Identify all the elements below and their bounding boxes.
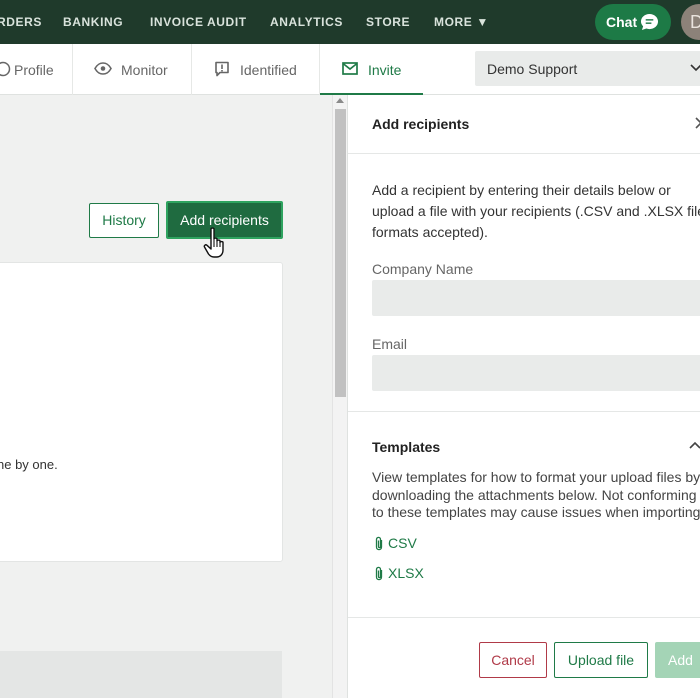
nav-item-analytics[interactable]: ANALYTICS <box>270 15 343 29</box>
panel-title: Add recipients <box>372 116 470 132</box>
top-navigation: RDERS BANKING INVOICE AUDIT ANALYTICS ST… <box>0 0 700 44</box>
panel-description: Add a recipient by entering their detail… <box>372 182 700 240</box>
company-name-input[interactable] <box>372 280 700 316</box>
card-text: ne by one. <box>0 457 58 472</box>
scrollbar[interactable] <box>332 95 347 698</box>
chat-bubble-icon <box>640 13 659 31</box>
tab-profile[interactable]: Profile <box>0 44 72 95</box>
content-block <box>0 651 282 698</box>
tab-profile-label: Profile <box>14 62 54 78</box>
csv-attachment-label: CSV <box>388 535 417 551</box>
chat-button[interactable]: Chat <box>595 4 671 40</box>
company-name-label: Company Name <box>372 261 474 277</box>
eye-icon <box>94 62 112 75</box>
chat-label: Chat <box>606 14 638 30</box>
history-button[interactable]: History <box>89 203 159 238</box>
recipients-card: ne by one. <box>0 262 283 562</box>
chevron-down-icon <box>690 64 700 72</box>
nav-item-store[interactable]: STORE <box>366 15 410 29</box>
avatar[interactable]: D <box>681 4 700 40</box>
add-button[interactable]: Add <box>655 642 700 678</box>
scrollbar-thumb[interactable] <box>335 109 346 397</box>
upload-file-button[interactable]: Upload file <box>554 642 648 678</box>
tab-monitor-label: Monitor <box>121 62 168 78</box>
divider <box>348 411 700 412</box>
email-input[interactable] <box>372 355 700 391</box>
paperclip-icon <box>375 536 383 551</box>
nav-item-more[interactable]: MORE ▼ <box>434 15 489 29</box>
tab-invite-label: Invite <box>368 62 402 78</box>
organization-select-value: Demo Support <box>487 61 578 77</box>
tab-monitor[interactable]: Monitor <box>73 44 191 95</box>
tab-identified[interactable]: Identified <box>192 44 319 95</box>
sub-navigation: Profile Monitor Identified Invite Demo S… <box>0 44 700 95</box>
email-label: Email <box>372 336 408 352</box>
close-icon[interactable] <box>695 117 700 129</box>
add-recipients-panel: Add recipients Add a recipient by enteri… <box>347 95 700 698</box>
mail-icon <box>342 62 358 75</box>
organization-select[interactable]: Demo Support <box>475 51 700 86</box>
cancel-button[interactable]: Cancel <box>479 642 547 678</box>
flag-icon <box>215 61 229 77</box>
paperclip-icon <box>375 566 383 581</box>
avatar-initial: D <box>690 12 700 32</box>
divider <box>348 617 700 618</box>
templates-title: Templates <box>372 439 441 455</box>
divider <box>348 153 700 154</box>
templates-description: View templates for how to format your up… <box>372 469 700 520</box>
profile-tab-icon <box>0 61 11 77</box>
xlsx-attachment-label: XLSX <box>388 565 424 581</box>
nav-item-orders[interactable]: RDERS <box>0 15 42 29</box>
scroll-up-arrow-icon[interactable] <box>336 98 344 103</box>
nav-item-invoice-audit[interactable]: INVOICE AUDIT <box>150 15 247 29</box>
hand-cursor-icon <box>203 227 224 258</box>
chevron-up-icon[interactable] <box>689 441 700 449</box>
tab-invite[interactable]: Invite <box>320 44 423 95</box>
nav-item-banking[interactable]: BANKING <box>63 15 123 29</box>
tab-identified-label: Identified <box>240 62 297 78</box>
